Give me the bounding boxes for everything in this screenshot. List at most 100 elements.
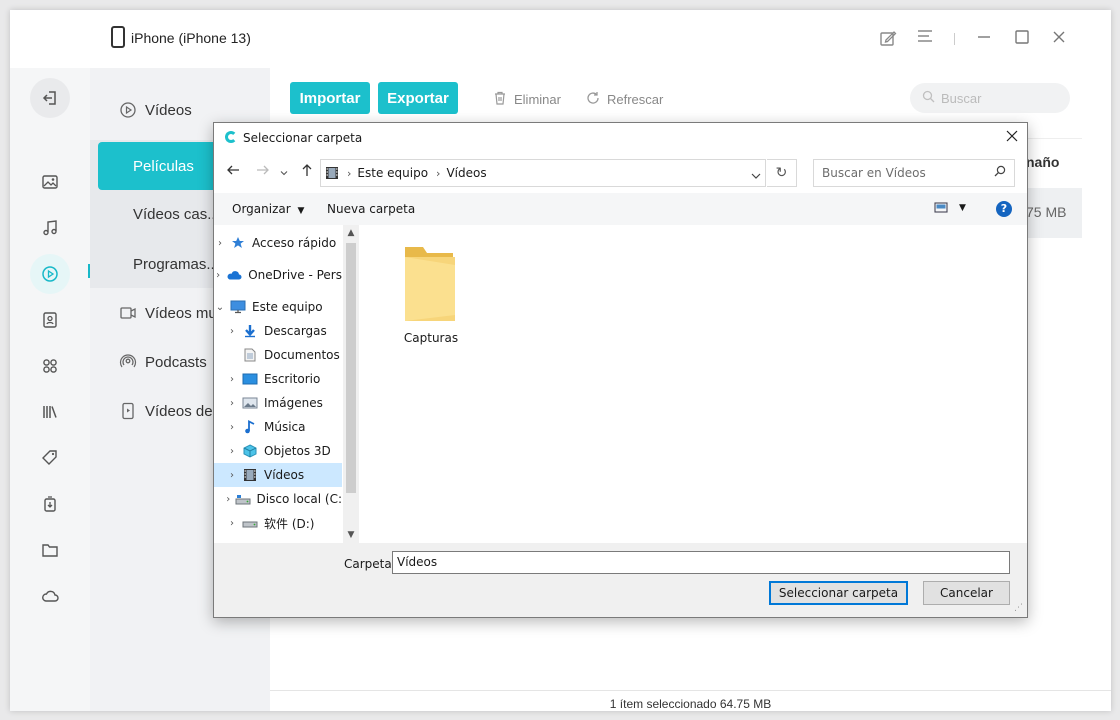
close-icon[interactable] [1049,29,1069,49]
film-strip-icon [325,166,339,180]
collapse-chevron-icon[interactable]: ⌄ [214,302,226,313]
folder-item-capturas[interactable]: Capturas [394,239,468,349]
resize-grip-icon[interactable]: ⋰ [1014,603,1023,613]
forward-arrow-icon[interactable] [254,163,272,181]
maximize-icon[interactable] [1012,29,1032,49]
music-icon[interactable] [30,208,70,248]
expand-chevron-icon[interactable]: › [226,326,238,337]
dialog-title-bar: Seleccionar carpeta [214,123,1027,153]
address-dropdown-icon[interactable] [751,169,761,183]
music-video-icon [119,304,137,322]
tree-item-musica[interactable]: › Música [214,415,342,439]
expand-chevron-icon[interactable]: › [226,518,238,529]
tree-item-acceso-rapido[interactable]: › Acceso rápido [214,231,342,255]
folder-field[interactable]: Vídeos [392,551,1010,574]
tree-item-este-equipo[interactable]: ⌄ Este equipo [214,295,342,319]
expand-chevron-icon[interactable]: › [226,422,238,433]
menu-icon[interactable] [915,29,935,49]
breadcrumb-videos[interactable]: Vídeos [446,166,486,180]
tree-item-documentos[interactable]: Documentos [214,343,342,367]
breadcrumb-separator-icon: › [347,166,352,180]
tree-item-videos[interactable]: › Vídeos [214,463,342,487]
folder-search-input[interactable]: Buscar en Vídeos [813,159,1015,187]
podcast-icon [119,353,137,371]
download-folder-icon [242,324,258,338]
row-size-cell: 75 MB [1026,204,1067,220]
expand-chevron-icon[interactable]: › [214,270,222,281]
tree-item-onedrive[interactable]: › OneDrive - Pers [214,263,342,287]
select-folder-button[interactable]: Seleccionar carpeta [769,581,908,605]
videos-icon[interactable] [30,254,70,294]
refresh-button[interactable]: Refrescar [585,90,663,109]
expand-chevron-icon[interactable]: › [226,374,238,385]
device-title: iPhone (iPhone 13) [131,30,251,46]
tree-scrollbar[interactable]: ▲ ▼ [343,225,359,543]
expand-chevron-icon[interactable]: › [226,446,238,457]
refresh-icon [585,90,601,109]
onedrive-cloud-icon [226,268,242,282]
titlebar-divider [954,33,955,45]
new-folder-button[interactable]: Nueva carpeta [327,202,415,216]
organize-menu[interactable]: Organizar ▼ [232,202,304,216]
books-icon[interactable] [30,392,70,432]
scrollbar-thumb[interactable] [346,243,356,493]
cloud-icon[interactable] [30,576,70,616]
dialog-close-icon[interactable] [1002,127,1022,147]
refresh-address-icon[interactable]: ↻ [767,159,797,187]
address-bar[interactable]: › Este equipo › Vídeos [320,159,766,187]
search-icon [922,90,935,106]
expand-chevron-icon[interactable]: › [226,494,231,505]
edit-icon[interactable] [878,29,898,49]
export-button[interactable]: Exportar [378,82,458,114]
star-icon [230,236,246,250]
sidebar-item-label: Vídeos [145,101,192,119]
files-icon[interactable] [30,530,70,570]
expand-chevron-icon[interactable]: › [214,238,226,249]
tree-item-label: Imágenes [264,396,323,410]
contacts-icon[interactable] [30,300,70,340]
expand-chevron-icon[interactable]: › [226,398,238,409]
tree-item-descargas[interactable]: › Descargas [214,319,342,343]
cancel-button[interactable]: Cancelar [923,581,1010,605]
play-circle-icon [119,101,137,119]
ringtones-icon[interactable] [30,438,70,478]
backup-icon[interactable] [30,484,70,524]
videos-folder-icon [242,468,258,482]
import-button[interactable]: Importar [290,82,370,114]
scroll-up-icon[interactable]: ▲ [343,225,359,241]
scroll-down-icon[interactable]: ▼ [343,527,359,543]
status-bar: 1 ítem seleccionado 64.75 MB [270,690,1111,711]
recent-locations-chevron-icon[interactable] [278,163,290,181]
sidebar-item-label: Vídeos cas... [133,205,220,223]
column-header-size[interactable]: naño [1026,154,1059,170]
photos-icon[interactable] [30,162,70,202]
back-icon[interactable] [30,78,70,118]
iphone-icon [111,26,125,48]
up-arrow-icon[interactable] [298,163,316,181]
back-arrow-icon[interactable] [224,163,242,181]
tree-item-drive-d[interactable]: › 软件 (D:) [214,511,342,535]
tree-item-label: OneDrive - Pers [248,268,342,282]
search-input[interactable]: Buscar [910,83,1070,113]
tree-item-escritorio[interactable]: › Escritorio [214,367,342,391]
delete-label: Eliminar [514,92,561,107]
breadcrumb-este-equipo[interactable]: Este equipo [357,166,428,180]
tree-item-objetos-3d[interactable]: › Objetos 3D [214,439,342,463]
minimize-icon[interactable] [974,29,994,49]
drive-d-icon [242,516,258,530]
view-dropdown-icon[interactable]: ▼ [959,203,966,213]
dialog-title: Seleccionar carpeta [243,131,363,145]
apps-icon[interactable] [30,346,70,386]
app-logo-icon [225,131,237,143]
documents-folder-icon [242,348,258,362]
tree-item-label: Acceso rápido [252,236,337,250]
search-placeholder: Buscar [941,90,982,106]
expand-chevron-icon[interactable]: › [226,470,238,481]
delete-button[interactable]: Eliminar [492,90,561,109]
tree-item-imagenes[interactable]: › Imágenes [214,391,342,415]
tree-item-disco-local-c[interactable]: › Disco local (C: [214,487,342,511]
view-options-icon[interactable] [934,202,948,217]
phone-video-icon [119,402,137,420]
tree-item-label: 软件 (D:) [264,516,315,531]
help-icon[interactable]: ? [996,201,1012,217]
